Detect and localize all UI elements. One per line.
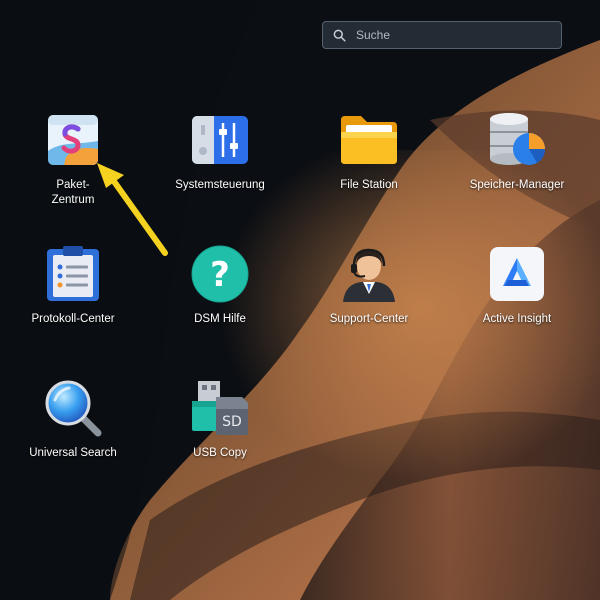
app-label: Universal Search — [29, 447, 117, 459]
search-bar[interactable] — [322, 21, 562, 49]
control-panel-icon — [190, 110, 250, 170]
app-control-panel[interactable]: Systemsteuerung — [155, 110, 285, 193]
help-icon: ? — [190, 244, 250, 304]
app-support-center[interactable]: Support-Center — [304, 244, 434, 327]
app-label: Systemsteuerung — [175, 179, 265, 191]
search-icon — [333, 29, 346, 42]
app-label: Support-Center — [329, 313, 409, 325]
app-log-center[interactable]: Protokoll-Center — [8, 244, 138, 327]
folder-icon — [339, 110, 399, 170]
magnifier-icon — [43, 378, 103, 438]
app-label: Speicher-Manager — [469, 179, 565, 191]
app-storage-manager[interactable]: Speicher-Manager — [452, 110, 582, 193]
app-label: Protokoll-Center — [31, 313, 115, 325]
package-center-icon — [43, 110, 103, 170]
app-package-center[interactable]: Paket- Zentrum — [8, 110, 138, 208]
app-active-insight[interactable]: Active Insight — [452, 244, 582, 327]
support-agent-icon — [339, 244, 399, 304]
app-label: File Station — [340, 179, 398, 191]
active-insight-icon — [487, 244, 547, 304]
log-center-icon — [43, 244, 103, 304]
svg-text:?: ? — [210, 255, 230, 295]
svg-text:SD: SD — [222, 414, 242, 430]
app-label: USB Copy — [193, 447, 247, 459]
app-dsm-help[interactable]: ? DSM Hilfe — [155, 244, 285, 327]
app-label: DSM Hilfe — [194, 313, 246, 325]
storage-manager-icon — [487, 110, 547, 170]
usb-sd-icon: SD — [190, 378, 250, 438]
app-file-station[interactable]: File Station — [304, 110, 434, 193]
app-label: Paket- Zentrum — [51, 179, 95, 206]
app-universal-search[interactable]: Universal Search — [8, 378, 138, 461]
search-input[interactable] — [354, 27, 548, 43]
app-usb-copy[interactable]: SD USB Copy — [155, 378, 285, 461]
app-label: Active Insight — [482, 313, 552, 325]
